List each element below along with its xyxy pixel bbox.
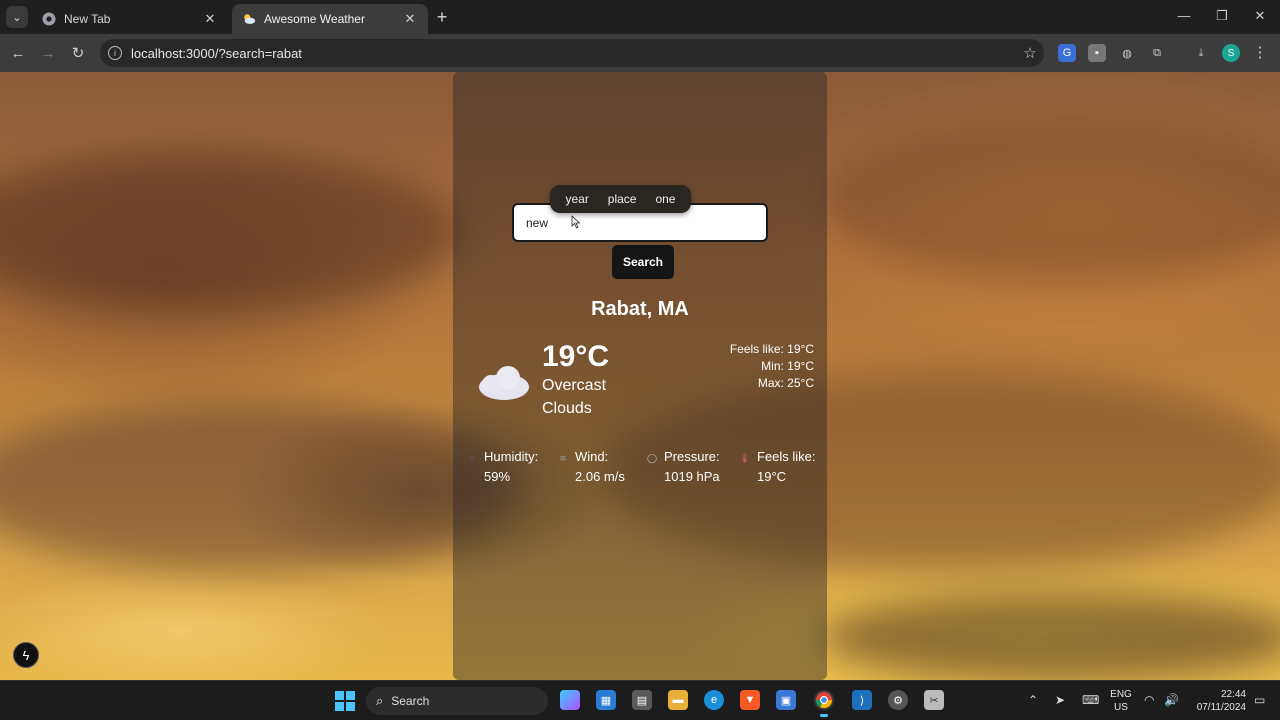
brave-browser-icon[interactable]: ▼ <box>740 690 760 710</box>
chrome-taskbar-icon[interactable] <box>814 690 834 717</box>
tab-search-button[interactable]: ⌄ <box>6 6 28 28</box>
close-tab-icon[interactable]: ✕ <box>402 11 418 27</box>
back-icon[interactable]: ← <box>8 43 28 63</box>
metric-value: 59% <box>484 469 511 484</box>
location-title: Rabat, MA <box>591 298 689 320</box>
metric-value: 19°C <box>757 469 787 484</box>
humidity-metric: ◌ Humidity: 59% <box>466 447 538 487</box>
widgets-icon[interactable]: ▦ <box>596 690 616 710</box>
metric-value: 1019 hPa <box>664 469 720 484</box>
cloud-icon <box>479 366 529 400</box>
profile-avatar[interactable]: S <box>1222 44 1240 62</box>
edge-browser-icon[interactable]: e <box>704 690 724 710</box>
microsoft-store-icon[interactable]: ▣ <box>776 690 796 710</box>
site-info-icon[interactable]: i <box>108 46 122 60</box>
vscode-icon[interactable]: ⟩ <box>852 690 872 710</box>
search-icon: ⌕ <box>376 693 384 708</box>
browser-tab-bar: ⌄ New Tab ✕ Awesome Weather ✕ + — ❐ ✕ <box>0 0 1280 34</box>
min-temp-stat: Min: 19°C <box>761 359 814 373</box>
notification-bell-icon[interactable]: ▭ <box>1254 693 1265 707</box>
suggestion-item[interactable]: one <box>655 192 675 206</box>
clock-time: 22:44 <box>1220 689 1246 700</box>
taskbar-search-label: Search <box>391 694 430 708</box>
metric-label: Feels like: <box>757 449 816 464</box>
location-icon[interactable]: ➤ <box>1055 693 1065 707</box>
metric-label: Humidity: <box>484 449 539 464</box>
windows-start-icon[interactable] <box>335 691 355 711</box>
extensions-puzzle-icon[interactable]: ⧉ <box>1148 44 1166 62</box>
droplet-icon: ◌ <box>469 453 475 463</box>
autocomplete-suggestions: year place one <box>550 185 691 213</box>
chrome-icon <box>42 12 56 26</box>
tray-chevron-up-icon[interactable]: ⌃ <box>1028 693 1038 707</box>
minimize-icon[interactable]: — <box>1174 8 1194 23</box>
volume-icon[interactable]: 🔊 <box>1164 693 1179 707</box>
metric-label: Pressure: <box>664 449 720 464</box>
tab-awesome-weather[interactable]: Awesome Weather ✕ <box>232 4 428 34</box>
wind-metric: ≋ Wind: 2.06 m/s <box>557 447 625 487</box>
max-temp-stat: Max: 25°C <box>757 376 814 390</box>
menu-kebab-icon[interactable]: ⋮ <box>1252 43 1268 61</box>
gauge-icon: ◯ <box>646 453 658 463</box>
clock-date: 07/11/2024 <box>1196 702 1246 713</box>
feels-like-metric: 🌡 Feels like: 19°C <box>739 447 816 487</box>
settings-gear-icon[interactable]: ⚙ <box>888 690 908 710</box>
close-window-icon[interactable]: ✕ <box>1250 8 1270 24</box>
address-url[interactable]: localhost:3000/?search=rabat <box>131 46 1016 61</box>
forward-icon[interactable]: → <box>38 43 58 63</box>
weather-cloud-icon <box>242 12 256 26</box>
file-explorer-icon[interactable]: ▬ <box>668 690 688 710</box>
reload-icon[interactable]: ↻ <box>68 43 88 63</box>
new-tab-button[interactable]: + <box>432 7 452 28</box>
suggestion-item[interactable]: year <box>565 192 588 206</box>
translate-extension-icon[interactable]: G <box>1058 44 1076 62</box>
windows-taskbar: ⌕ Search ▦ ▤ ▬ e ▼ ▣ ⟩ ⚙ ✂ ⌃ ➤ ⌨ ENG US … <box>0 680 1280 720</box>
bookmark-star-icon[interactable]: ☆ <box>1016 44 1044 62</box>
metric-label: Wind: <box>575 449 609 464</box>
weather-metrics: ◌ Humidity: 59% ≋ Wind: 2.06 m/s ◯ Press… <box>466 447 820 491</box>
globe-icon[interactable]: ◍ <box>1118 44 1136 62</box>
tab-new-tab[interactable]: New Tab ✕ <box>32 4 228 34</box>
wind-icon: ≋ <box>559 453 567 463</box>
download-icon[interactable]: ⤓ <box>1192 44 1210 62</box>
address-bar[interactable]: i localhost:3000/?search=rabat ☆ <box>100 39 1044 67</box>
system-clock[interactable]: 22:44 07/11/2024 <box>1188 688 1246 714</box>
weather-app: year place one Search Rabat, MA 19°C Ove… <box>0 72 1280 680</box>
weather-description: Overcast Clouds <box>542 377 607 417</box>
tab-title: Awesome Weather <box>264 12 365 26</box>
suggestion-item[interactable]: place <box>608 192 637 206</box>
close-tab-icon[interactable]: ✕ <box>202 11 218 27</box>
extension-icon[interactable]: ▪ <box>1088 44 1106 62</box>
calculator-icon[interactable]: ▤ <box>632 690 652 710</box>
keyboard-icon[interactable]: ⌨ <box>1082 693 1099 707</box>
language-indicator[interactable]: ENG US <box>1108 688 1134 714</box>
mouse-cursor-icon <box>571 215 581 229</box>
thermometer-icon: 🌡 <box>739 453 751 463</box>
temperature-summary: Feels like: 19°C Min: 19°C Max: 25°C <box>730 341 814 392</box>
tab-title: New Tab <box>64 12 111 26</box>
restore-icon[interactable]: ❐ <box>1212 8 1232 24</box>
taskbar-search[interactable]: ⌕ Search <box>366 687 548 715</box>
feels-like-stat: Feels like: 19°C <box>729 342 814 356</box>
browser-toolbar: ← → ↻ i localhost:3000/?search=rabat ☆ G… <box>0 34 1280 72</box>
metric-value: 2.06 m/s <box>575 469 625 484</box>
search-button[interactable]: Search <box>612 245 674 279</box>
wifi-icon[interactable]: ◠ <box>1144 693 1154 707</box>
copilot-icon[interactable] <box>560 690 580 710</box>
snipping-tool-icon[interactable]: ✂ <box>924 690 944 710</box>
pressure-metric: ◯ Pressure: 1019 hPa <box>646 447 720 487</box>
current-temperature: 19°C <box>542 340 610 373</box>
